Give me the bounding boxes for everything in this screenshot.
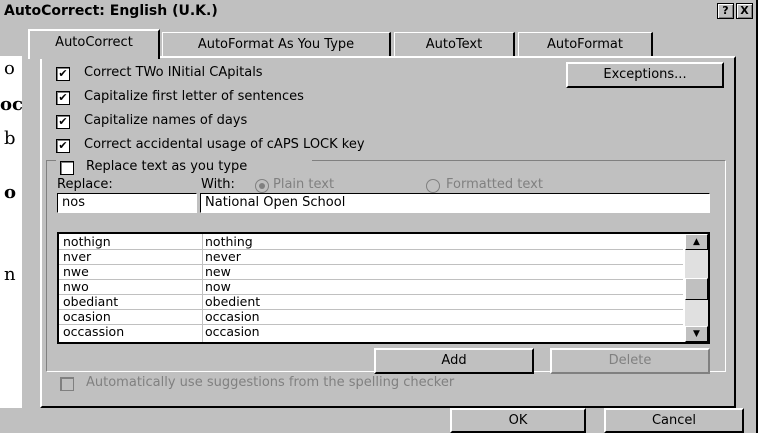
background-document-strip: o oc b o n xyxy=(0,56,23,408)
list-item[interactable]: nwo now xyxy=(59,280,683,294)
plain-text-label: Plain text xyxy=(273,177,335,192)
tab-autoformat-as-you-type[interactable]: AutoFormat As You Type xyxy=(162,32,391,57)
list-item[interactable]: occassion occasion xyxy=(59,325,683,339)
add-button[interactable]: Add xyxy=(374,348,534,374)
with-label: With: xyxy=(201,177,235,192)
checkbox[interactable]: ✔ xyxy=(56,67,70,81)
ok-button[interactable]: OK xyxy=(450,408,586,433)
formatted-text-radio[interactable] xyxy=(426,179,440,193)
bg-fragment: n xyxy=(4,264,16,285)
list-item[interactable]: obediant obedient xyxy=(59,295,683,309)
bg-fragment: o xyxy=(4,182,17,203)
replace-input[interactable]: nos xyxy=(57,193,197,213)
tab-autotext[interactable]: AutoText xyxy=(394,32,515,57)
list-item[interactable]: nothign nothing xyxy=(59,235,683,249)
checkbox[interactable]: ✔ xyxy=(56,139,70,153)
with-input[interactable]: National Open School xyxy=(200,193,710,213)
scroll-down-icon[interactable]: ▼ xyxy=(685,326,708,342)
dialog-left-margin: o oc b o n xyxy=(0,56,40,408)
bg-fragment: oc xyxy=(0,94,23,115)
replace-label: Replace: xyxy=(57,177,113,192)
tab-autocorrect[interactable]: AutoCorrect xyxy=(28,29,160,59)
plain-text-radio[interactable] xyxy=(255,179,269,193)
list-item[interactable]: nver never xyxy=(59,250,683,264)
checkbox[interactable]: ✔ xyxy=(56,115,70,129)
checkbox[interactable]: ✔ xyxy=(56,91,70,105)
scroll-thumb[interactable] xyxy=(685,278,708,300)
list-item[interactable]: nwe new xyxy=(59,265,683,279)
tab-autoformat[interactable]: AutoFormat xyxy=(518,32,653,57)
autocorrect-dialog: AutoCorrect: English (U.K.) ? X AutoCorr… xyxy=(0,0,758,433)
dialog-title: AutoCorrect: English (U.K.) xyxy=(4,3,218,19)
title-bar: AutoCorrect: English (U.K.) ? X xyxy=(0,0,756,22)
list-item[interactable]: ocasion occasion xyxy=(59,310,683,324)
scroll-up-icon[interactable]: ▲ xyxy=(685,234,708,250)
delete-button[interactable]: Delete xyxy=(550,348,710,374)
checkbox[interactable] xyxy=(60,161,74,175)
bg-fragment: o xyxy=(4,58,15,79)
cancel-button[interactable]: Cancel xyxy=(604,408,744,433)
autocorrect-entries-list[interactable]: nothign nothing nver never nwe new nwo n… xyxy=(57,232,710,344)
checkbox[interactable] xyxy=(60,377,74,391)
help-button[interactable]: ? xyxy=(717,3,734,19)
replace-text-as-you-type[interactable]: Replace text as you type xyxy=(56,158,312,176)
list-scrollbar[interactable]: ▲ ▼ xyxy=(685,234,708,342)
bg-fragment: b xyxy=(4,128,16,149)
exceptions-button[interactable]: Exceptions... xyxy=(566,62,724,88)
close-button[interactable]: X xyxy=(736,3,753,19)
formatted-text-label: Formatted text xyxy=(446,177,543,192)
